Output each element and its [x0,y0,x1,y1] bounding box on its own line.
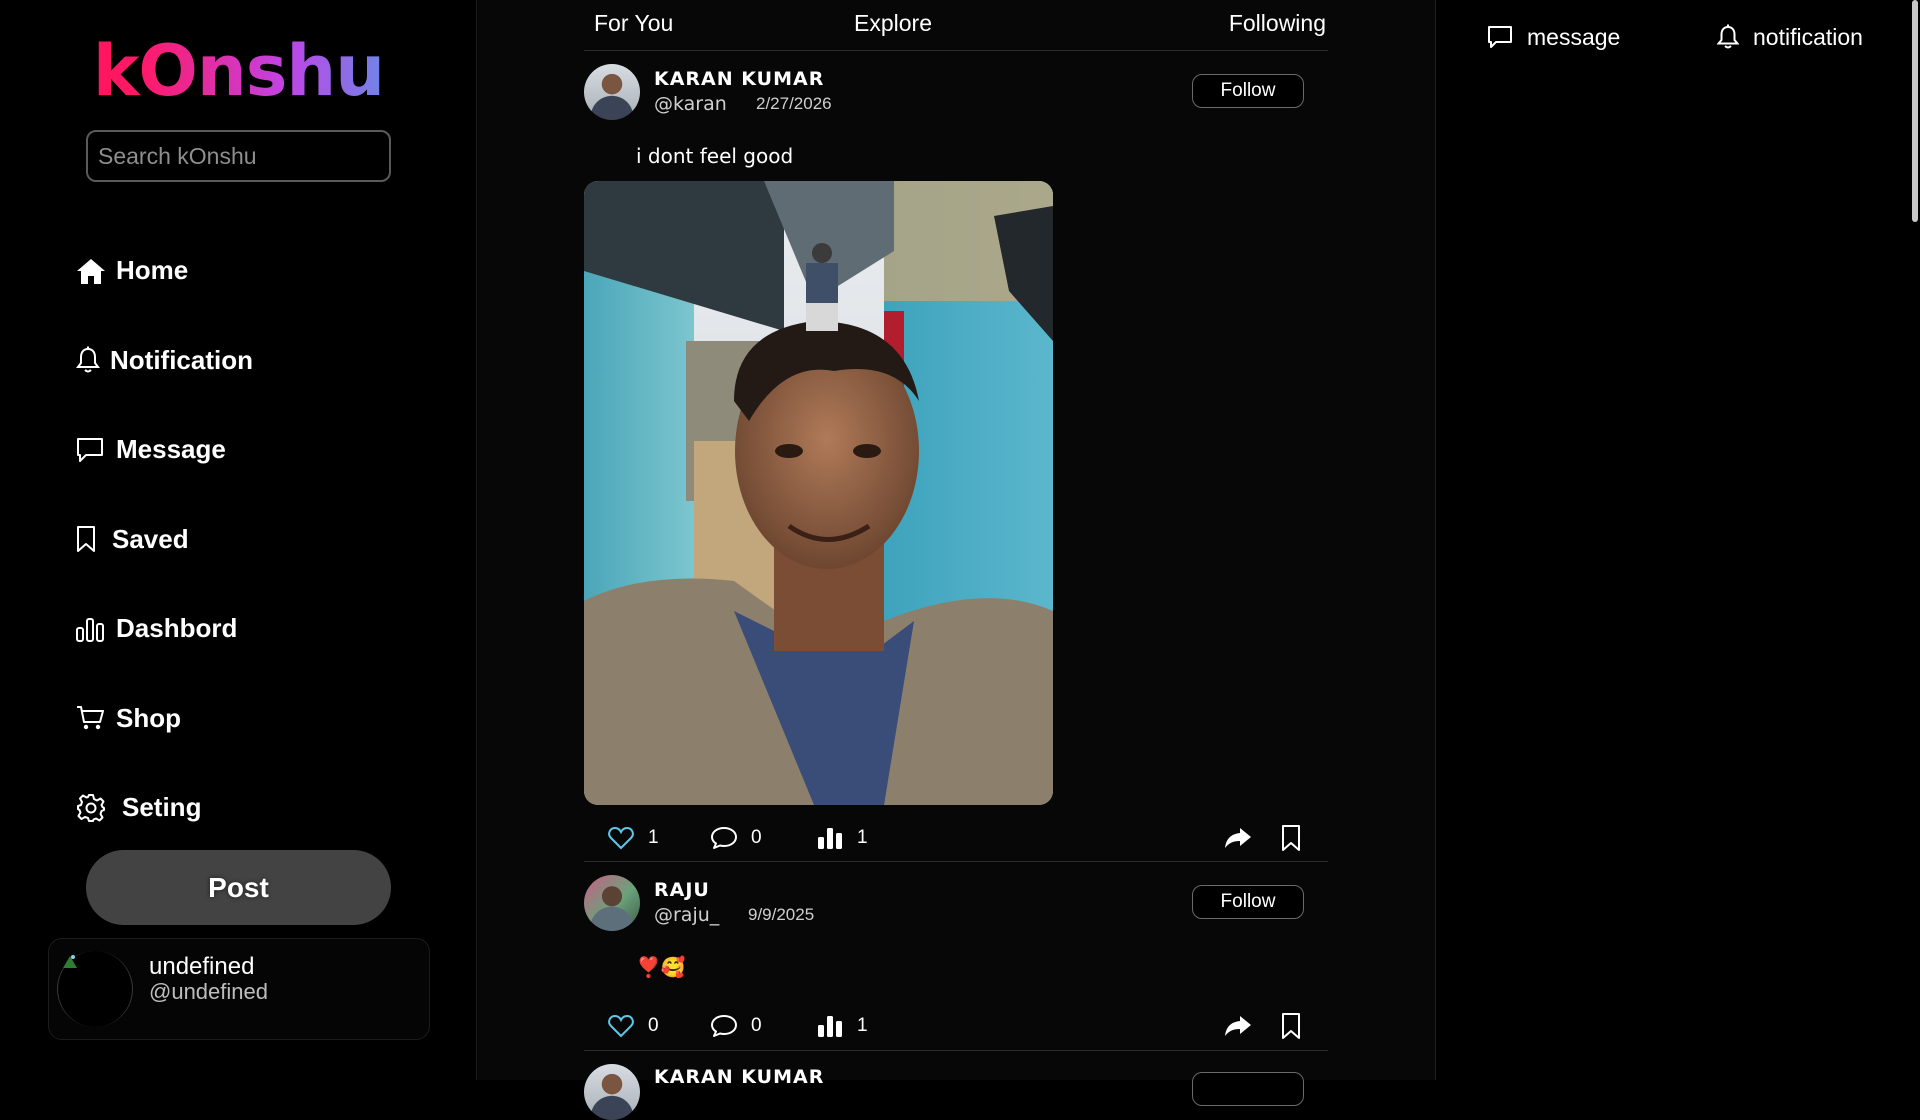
post-button[interactable]: Post [86,850,391,925]
comment-icon [711,1015,737,1037]
bookmark-icon [1282,825,1300,851]
nav-item-notification[interactable]: Notification [76,316,416,406]
comment-button[interactable]: 0 [710,818,762,858]
notification-link-label: notification [1753,23,1863,50]
post-author-handle[interactable]: @raju_ [654,904,719,926]
nav-label-shop: Shop [116,702,181,733]
share-icon [1225,828,1251,848]
nav-item-dashbord[interactable]: Dashbord [76,584,416,674]
feed-tabs: For You Explore Following [584,0,1328,51]
message-icon [76,434,116,466]
notification-link[interactable]: notification [1717,20,1863,54]
share-button[interactable] [1224,818,1252,858]
scrollbar-thumb[interactable] [1912,0,1918,222]
post-actions: 1 0 1 [584,818,1328,858]
app-logo[interactable]: kOnshu [0,30,477,112]
post-image[interactable] [584,181,1053,805]
right-panel: message notification [1437,0,1920,1080]
avatar[interactable] [584,64,640,120]
comment-count: 0 [751,1015,762,1036]
bar-chart-icon [76,613,116,645]
nav-item-home[interactable]: Home [76,226,416,316]
like-button[interactable]: 0 [608,1006,659,1046]
views-icon [818,828,842,849]
follow-button[interactable]: Follow [1192,885,1304,919]
home-icon [76,255,116,287]
nav-item-shop[interactable]: Shop [76,674,416,764]
nav-label-seting: Seting [122,792,202,823]
bookmark-button[interactable] [1280,1006,1302,1046]
message-icon [1488,26,1512,48]
bell-icon [1717,24,1739,49]
like-button[interactable]: 1 [608,818,659,858]
feed: For You Explore Following KARAN KUMAR @k… [478,0,1436,1120]
post-text: ❣️🥰 [636,955,686,979]
scrollbar[interactable] [1910,0,1920,1080]
comment-button[interactable]: 0 [710,1006,762,1046]
comment-icon [711,827,737,849]
left-sidebar: kOnshu Home Notification Message Saved [0,0,477,1080]
main-nav: Home Notification Message Saved Dashbord [76,226,416,853]
post-author-name[interactable]: KARAN KUMAR [654,1066,824,1088]
follow-button[interactable] [1192,1072,1304,1106]
share-button[interactable] [1224,1006,1252,1046]
views-count: 1 [857,827,868,848]
tab-following[interactable]: Following [1229,10,1326,37]
broken-image-icon [62,953,78,969]
post-date: 2/27/2026 [756,94,832,113]
like-count: 1 [648,827,659,848]
nav-label-dashbord: Dashbord [116,613,238,644]
current-user-name: undefined [149,953,255,980]
current-user-handle: @undefined [149,979,268,1004]
nav-label-saved: Saved [112,523,189,554]
search-input[interactable] [86,130,391,182]
heart-icon [608,1014,634,1038]
views-button[interactable]: 1 [817,1006,868,1046]
post-card: KARAN KUMAR [584,1052,1328,1120]
nav-item-saved[interactable]: Saved [76,495,416,585]
bookmark-icon [1282,1013,1300,1039]
heart-icon [608,826,634,850]
post-author-name[interactable]: RAJU [654,879,710,901]
nav-label-message: Message [116,434,226,465]
post-card: RAJU @raju_ 9/9/2025 Follow ❣️🥰 0 0 1 [584,862,1328,1051]
tab-explore[interactable]: Explore [854,10,932,37]
views-button[interactable]: 1 [817,818,868,858]
views-count: 1 [857,1015,868,1036]
post-date: 9/9/2025 [748,905,815,924]
comment-count: 0 [751,827,762,848]
bookmark-icon [76,523,112,555]
message-link[interactable]: message [1487,20,1620,54]
current-user-card[interactable]: undefined @undefined [48,938,430,1040]
bell-icon [76,344,110,376]
nav-item-message[interactable]: Message [76,405,416,495]
post-actions: 0 0 1 [584,1006,1328,1046]
post-card: KARAN KUMAR @karan 2/27/2026 Follow i do… [584,52,1328,862]
gear-icon [76,792,122,824]
nav-label-notification: Notification [110,344,253,375]
avatar[interactable] [584,875,640,931]
avatar [57,951,133,1027]
post-author-handle[interactable]: @karan [654,93,727,115]
post-text: i dont feel good [636,144,794,168]
share-icon [1225,1016,1251,1036]
cart-icon [76,702,116,734]
tab-for-you[interactable]: For You [594,10,673,37]
post-author-name[interactable]: KARAN KUMAR [654,68,824,90]
follow-button[interactable]: Follow [1192,74,1304,108]
views-icon [818,1016,842,1037]
avatar[interactable] [584,1064,640,1120]
like-count: 0 [648,1015,659,1036]
nav-item-seting[interactable]: Seting [76,763,416,853]
bookmark-button[interactable] [1280,818,1302,858]
nav-label-home: Home [116,255,189,286]
message-link-label: message [1527,23,1621,50]
